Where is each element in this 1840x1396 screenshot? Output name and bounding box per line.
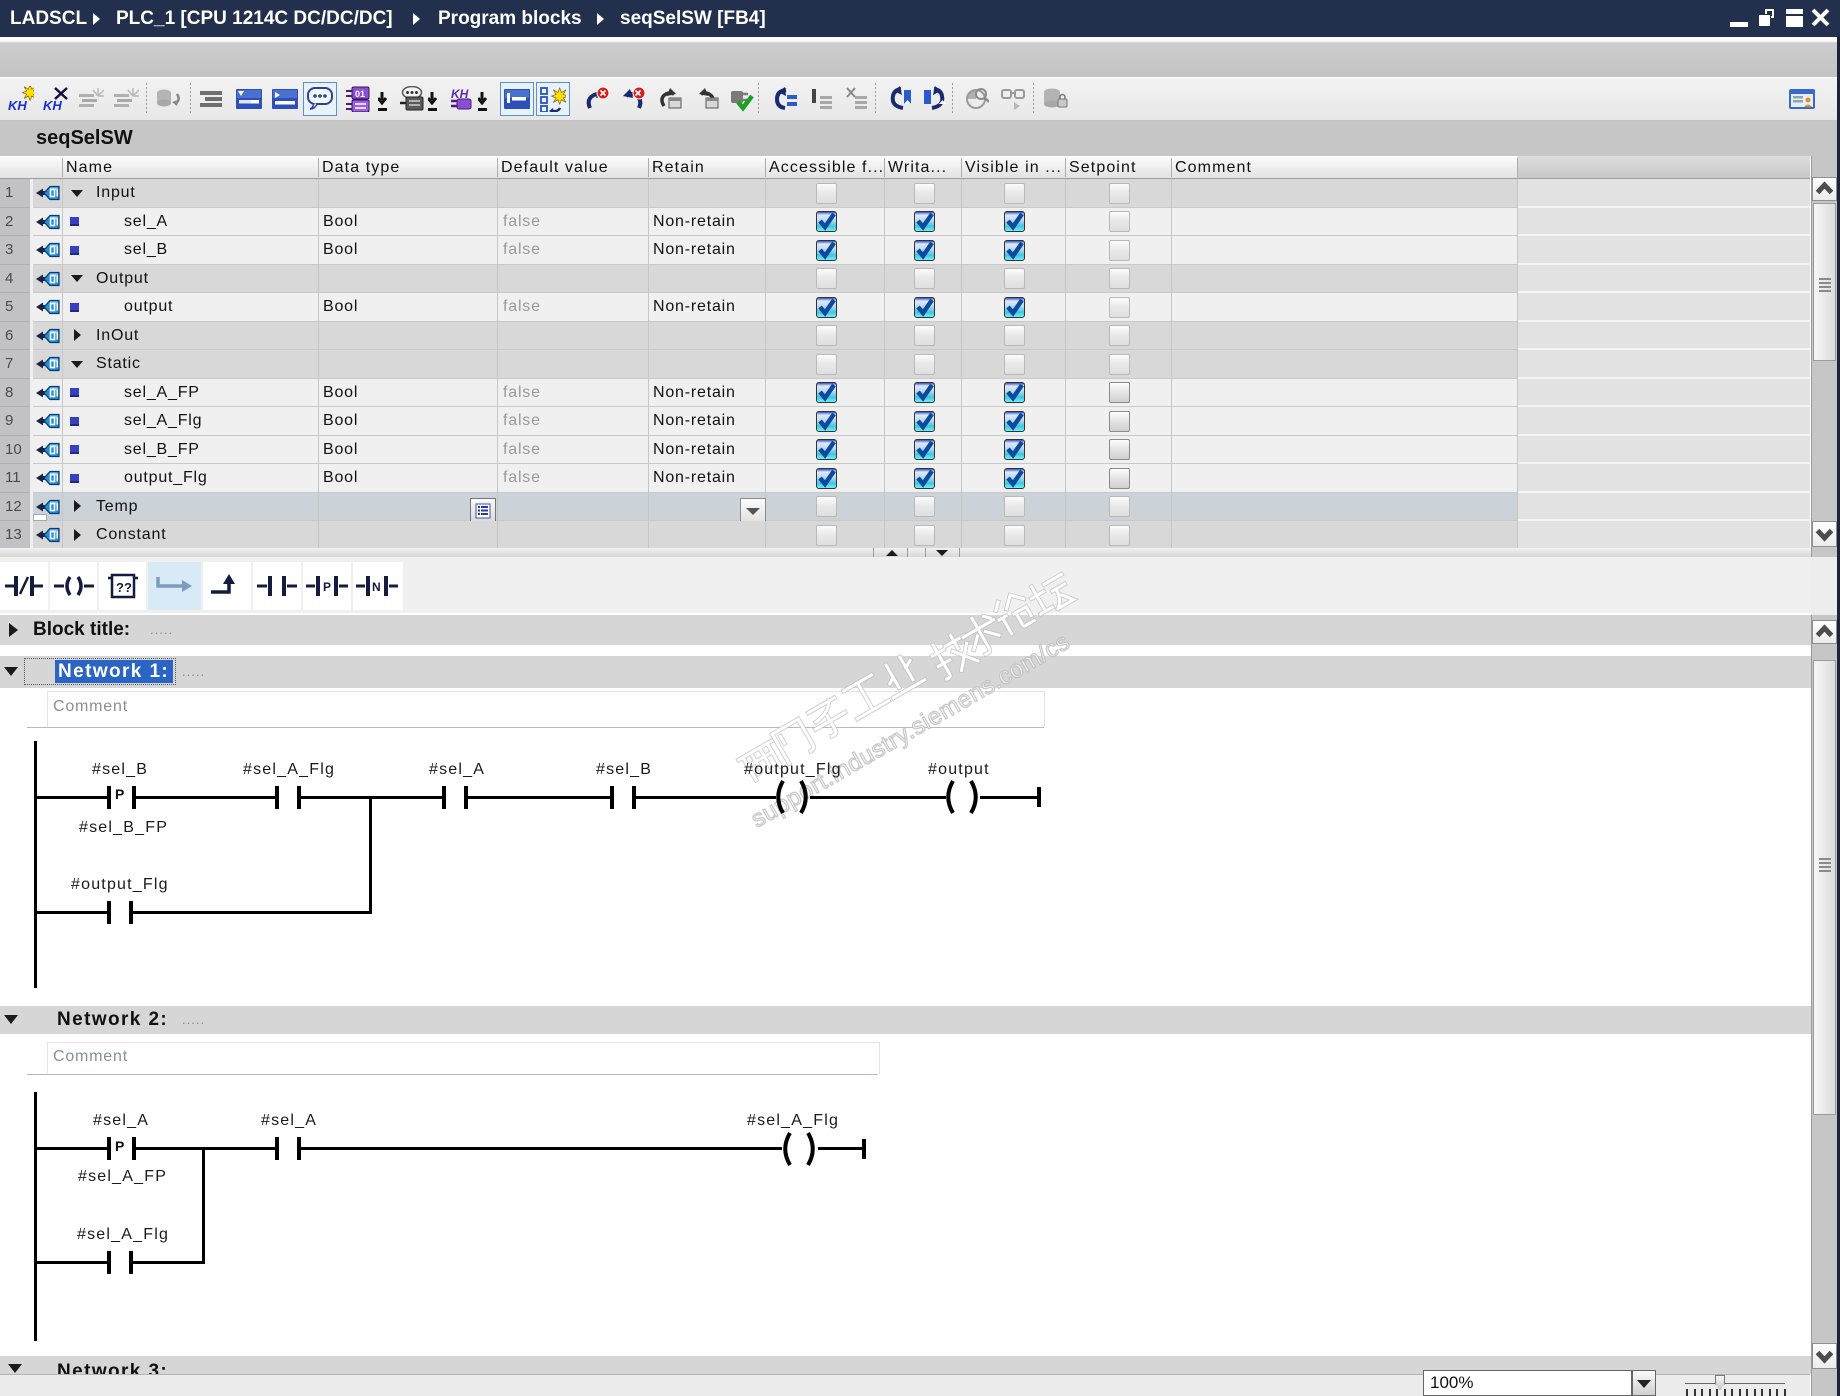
svg-text:P: P — [323, 580, 331, 594]
svg-text:N: N — [372, 580, 381, 594]
svg-text:KH: KH — [43, 98, 62, 112]
svg-text:??: ?? — [116, 580, 132, 595]
svg-text:KH: KH — [8, 98, 27, 112]
svg-text:01: 01 — [355, 89, 365, 99]
